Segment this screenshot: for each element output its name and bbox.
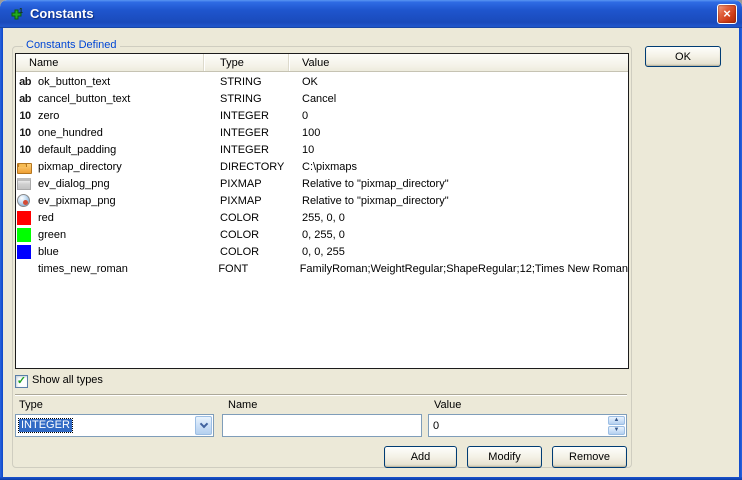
constant-value: Relative to "pixmap_directory" xyxy=(289,195,628,207)
table-row[interactable]: 10default_paddingINTEGER10 xyxy=(16,141,628,158)
constant-value: 100 xyxy=(289,127,628,139)
constant-name: ev_dialog_png xyxy=(38,178,110,190)
window-border-left xyxy=(0,28,3,480)
folder-icon xyxy=(17,163,32,174)
constant-value: 10 xyxy=(289,144,628,156)
window-title: Constants xyxy=(30,0,94,27)
constant-value: 0 xyxy=(289,110,628,122)
constant-type: COLOR xyxy=(204,246,289,258)
pixmap-icon xyxy=(17,194,30,207)
spin-down-icon[interactable]: ▼ xyxy=(608,426,625,435)
column-header-name[interactable]: Name xyxy=(16,54,204,71)
column-header-type[interactable]: Type xyxy=(204,54,289,71)
color-swatch-icon xyxy=(17,228,31,242)
constant-value: 255, 0, 0 xyxy=(289,212,628,224)
value-spinbox[interactable]: ▲ ▼ xyxy=(428,414,627,437)
string-icon: ab xyxy=(17,74,33,90)
constant-name: pixmap_directory xyxy=(38,161,122,173)
constant-name: ev_pixmap_png xyxy=(38,195,116,207)
table-row[interactable]: times_new_roman FONTFamilyRoman;WeightReg… xyxy=(16,260,628,277)
constant-type: PIXMAP xyxy=(204,195,289,207)
constant-name: zero xyxy=(38,110,59,122)
type-label: Type xyxy=(19,399,43,411)
constant-type: INTEGER xyxy=(204,110,289,122)
table-row[interactable]: green COLOR0, 255, 0 xyxy=(16,226,628,243)
ok-button[interactable]: OK xyxy=(645,46,721,67)
chevron-down-icon[interactable] xyxy=(195,416,212,435)
table-row[interactable]: 10 zero INTEGER0 xyxy=(16,107,628,124)
constant-value: 0, 255, 0 xyxy=(289,229,628,241)
svg-text:1: 1 xyxy=(19,8,23,15)
constant-name: times_new_roman xyxy=(38,263,128,275)
constant-type: DIRECTORY xyxy=(204,161,289,173)
constants-dialog: 1 Constants × OK Constants Defined Name … xyxy=(0,0,742,480)
titlebar[interactable]: 1 Constants × xyxy=(0,0,742,28)
remove-button[interactable]: Remove xyxy=(552,446,627,468)
spin-up-icon[interactable]: ▲ xyxy=(608,416,625,425)
constant-value: FamilyRoman;WeightRegular;ShapeRegular;1… xyxy=(287,263,628,275)
type-combobox-selected: INTEGER xyxy=(19,419,72,432)
string-icon: ab xyxy=(17,91,33,107)
table-row[interactable]: 10 one_hundred INTEGER100 xyxy=(16,124,628,141)
column-header-value[interactable]: Value xyxy=(289,54,628,71)
name-label: Name xyxy=(228,399,257,411)
integer-icon: 10 xyxy=(17,142,33,158)
name-input[interactable] xyxy=(222,414,422,437)
constant-type: STRING xyxy=(204,76,289,88)
close-icon[interactable]: × xyxy=(717,4,737,24)
constant-value: Relative to "pixmap_directory" xyxy=(289,178,628,190)
value-input[interactable] xyxy=(429,415,605,436)
show-all-types-checkbox[interactable]: ✓ xyxy=(15,375,28,388)
constants-list[interactable]: Name Type Value ab ok_button_text STRINGOK… xyxy=(15,53,629,369)
type-combobox[interactable]: INTEGER xyxy=(15,414,214,437)
constant-value: Cancel xyxy=(289,93,628,105)
show-all-types-label: Show all types xyxy=(32,374,103,386)
constant-name: default_padding xyxy=(38,144,116,156)
color-swatch-icon xyxy=(17,211,31,225)
constant-type: COLOR xyxy=(204,212,289,224)
modify-button[interactable]: Modify xyxy=(467,446,542,468)
constant-name: ok_button_text xyxy=(38,76,110,88)
integer-icon: 10 xyxy=(17,125,33,141)
constant-name: cancel_button_text xyxy=(38,93,130,105)
separator-line xyxy=(15,394,627,396)
groupbox-label: Constants Defined xyxy=(23,39,120,51)
table-row[interactable]: blue COLOR0, 0, 255 xyxy=(16,243,628,260)
table-body: ab ok_button_text STRINGOK ab cancel_button_… xyxy=(16,73,628,368)
constant-value: OK xyxy=(289,76,628,88)
add-button[interactable]: Add xyxy=(384,446,457,468)
constant-type: COLOR xyxy=(204,229,289,241)
constant-type: FONT xyxy=(202,263,286,275)
constant-name: blue xyxy=(38,246,59,258)
constant-type: INTEGER xyxy=(204,127,289,139)
constants-defined-group: Constants Defined Name Type Value abok_b… xyxy=(12,46,632,468)
table-row[interactable]: ev_dialog_png PIXMAPRelative to "pixmap_d… xyxy=(16,175,628,192)
color-swatch-icon xyxy=(17,245,31,259)
table-row[interactable]: ev_pixmap_png PIXMAPRelative to "pixmap_d… xyxy=(16,192,628,209)
constant-value: 0, 0, 255 xyxy=(289,246,628,258)
constant-type: STRING xyxy=(204,93,289,105)
constant-name: green xyxy=(38,229,66,241)
constant-name: one_hundred xyxy=(38,127,103,139)
app-icon: 1 xyxy=(8,6,24,22)
integer-icon: 10 xyxy=(17,108,33,124)
constant-type: PIXMAP xyxy=(204,178,289,190)
constant-name: red xyxy=(38,212,54,224)
table-row[interactable]: ab ok_button_text STRINGOK xyxy=(16,73,628,90)
dialog-pixmap-icon xyxy=(17,178,31,190)
constant-type: INTEGER xyxy=(204,144,289,156)
table-row[interactable]: ab cancel_button_text STRINGCancel xyxy=(16,90,628,107)
list-header: Name Type Value xyxy=(16,54,628,72)
table-row[interactable]: red COLOR255, 0, 0 xyxy=(16,209,628,226)
table-row[interactable]: pixmap_directory DIRECTORYC:\pixmaps xyxy=(16,158,628,175)
constant-value: C:\pixmaps xyxy=(289,161,628,173)
value-label: Value xyxy=(434,399,461,411)
